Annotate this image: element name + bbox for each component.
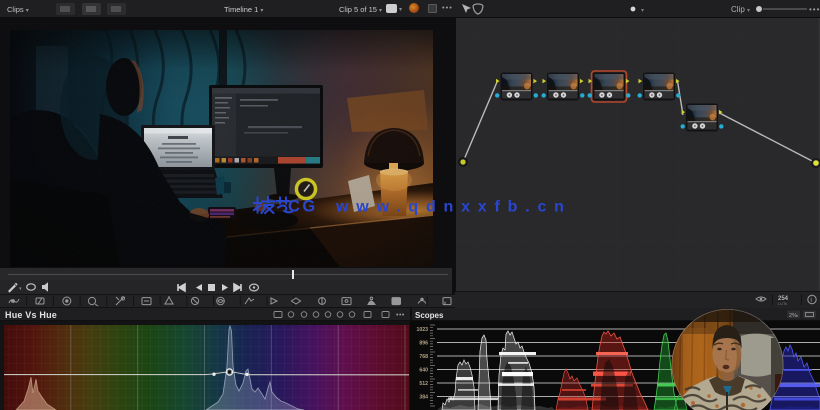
svg-text:▾: ▾	[747, 8, 750, 14]
svg-text:i: i	[810, 297, 812, 304]
svg-text:640: 640	[419, 368, 428, 374]
svg-text:www.qdnxxfb.cn: www.qdnxxfb.cn	[335, 199, 572, 216]
svg-text:1023: 1023	[416, 327, 428, 333]
svg-text:•••: •••	[396, 312, 405, 319]
svg-text:▾: ▾	[796, 313, 798, 318]
svg-text:768: 768	[419, 354, 428, 360]
svg-text:384: 384	[419, 395, 428, 401]
svg-text:LUTs: LUTs	[778, 301, 787, 306]
svg-text:CG: CG	[288, 198, 318, 216]
svg-text:▾: ▾	[641, 8, 644, 14]
svg-text:896: 896	[419, 341, 428, 347]
svg-text:512: 512	[419, 381, 428, 387]
svg-text:Clip: Clip	[731, 5, 745, 14]
svg-text:•••: •••	[809, 5, 820, 14]
svg-text:▾: ▾	[19, 286, 22, 292]
